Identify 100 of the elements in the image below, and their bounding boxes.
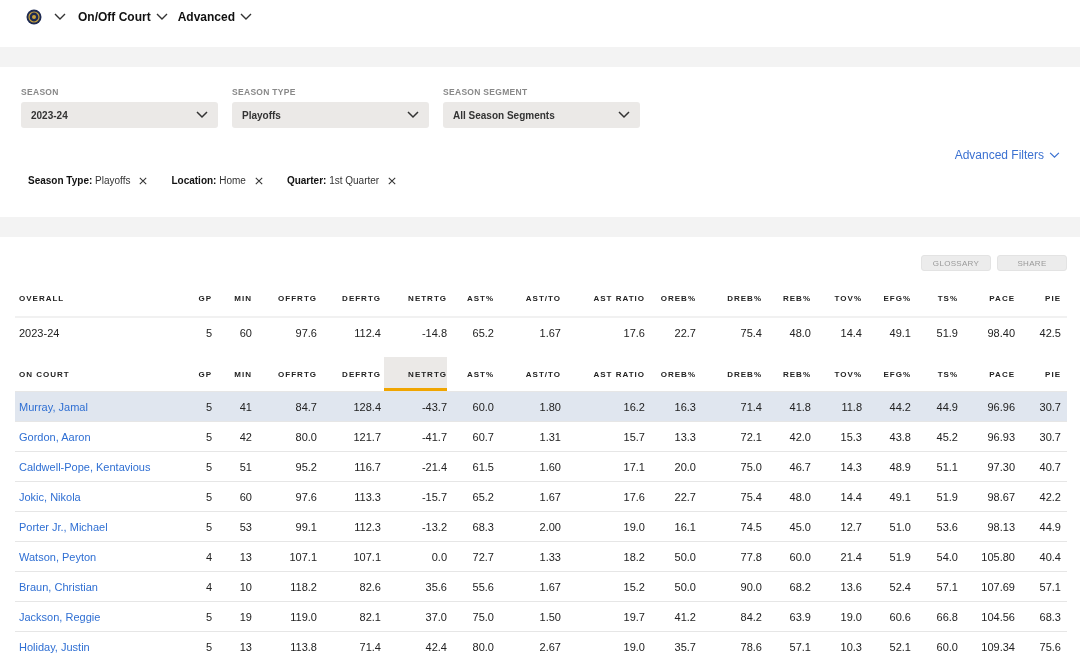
column-header[interactable]: GP [190, 280, 212, 316]
table-cell-text: 98.13 [986, 520, 1015, 533]
column-header[interactable]: OREB% [645, 280, 696, 316]
table-cell-text: 5 [204, 520, 212, 533]
chevron-down-icon[interactable] [54, 12, 66, 21]
table-cell-text: 40.7 [1038, 460, 1061, 473]
column-header[interactable]: REB% [762, 280, 811, 316]
table-cell-text: 17.1 [622, 460, 645, 473]
table-cell-text: 75.0 [471, 610, 494, 623]
table-cell-text: 107.1 [288, 550, 317, 563]
table-cell-text: 15.3 [839, 430, 862, 443]
column-header[interactable]: PACE [958, 357, 1015, 391]
player-link[interactable]: Murray, Jamal [15, 400, 190, 413]
column-header[interactable]: AST RATIO [561, 357, 645, 391]
column-header[interactable]: REB% [762, 357, 811, 391]
column-header[interactable]: DREB% [696, 357, 762, 391]
player-link[interactable]: Porter Jr., Michael [15, 520, 190, 533]
filter-chip-text: Location: Home [171, 175, 246, 186]
column-header[interactable]: OFFRTG [252, 280, 317, 316]
column-header[interactable]: DEFRTG [317, 357, 381, 391]
table-cell-text: 2023-24 [18, 326, 61, 339]
chevron-down-icon [407, 111, 419, 119]
table-cell-text: 1.50 [538, 610, 561, 623]
column-header[interactable]: DEFRTG [317, 280, 381, 316]
table-cell-text: 4 [204, 550, 212, 563]
table-row[interactable]: Jokic, Nikola 5 60 97.6 113.3 -15.7 65.2 1.67 17.6 22.7 75.4 48.0 14.4 49.1 51.9 98.67 42.2 [15, 481, 1067, 511]
table-cell-text: 65.2 [471, 326, 494, 339]
column-header[interactable]: OVERALL [15, 280, 190, 316]
table-cell-text: 112.4 [353, 326, 381, 339]
chevron-down-icon [240, 12, 252, 21]
player-link[interactable]: Gordon, Aaron [15, 430, 190, 443]
column-header[interactable]: TS% [911, 357, 958, 391]
table-cell-text: 68.3 [1038, 610, 1061, 623]
column-header[interactable]: AST/TO [494, 357, 561, 391]
table-cell-text: 84.2 [739, 610, 762, 623]
column-header[interactable]: OFFRTG [252, 357, 317, 391]
table-cell-text: 97.30 [986, 460, 1015, 473]
advanced-filters-link[interactable]: Advanced Filters [954, 148, 1060, 162]
table-cell-text: 44.9 [1038, 520, 1061, 533]
player-link[interactable]: Watson, Peyton [15, 550, 190, 563]
column-header[interactable]: PIE [1015, 280, 1061, 316]
nav-menu[interactable]: On/Off Court [78, 9, 168, 24]
table-cell-text: 116.7 [353, 460, 381, 473]
table-row[interactable]: Holiday, Justin 5 13 113.8 71.4 42.4 80.0 2.67 19.0 35.7 78.6 57.1 10.3 52.1 60.0 109.34 75.6 [15, 631, 1067, 660]
table-cell-text: 5 [204, 400, 212, 413]
close-icon[interactable] [139, 176, 148, 185]
column-header[interactable]: MIN [212, 357, 252, 391]
table-cell-text: 5 [204, 326, 212, 339]
dropdown-select[interactable]: 2023-24 [21, 102, 218, 128]
column-header[interactable]: GP [190, 357, 212, 391]
table-row[interactable]: Gordon, Aaron 5 42 80.0 121.7 -41.7 60.7 1.31 15.7 13.3 72.1 42.0 15.3 43.8 45.2 96.93 30.7 [15, 421, 1067, 451]
table-row[interactable]: Caldwell-Pope, Kentavious 5 51 95.2 116.7 -21.4 61.5 1.60 17.1 20.0 75.0 46.7 14.3 48.9 51.1 97.30 40.7 [15, 451, 1067, 481]
column-header[interactable]: AST% [447, 280, 494, 316]
column-header[interactable]: AST RATIO [561, 280, 645, 316]
column-header[interactable]: ON COURT [15, 357, 190, 391]
table-cell-text: 14.3 [839, 460, 862, 473]
table-cell-text: 1.67 [538, 326, 561, 339]
table-cell-text: 22.7 [673, 326, 696, 339]
player-link[interactable]: Jokic, Nikola [15, 490, 190, 503]
table-cell-text: 21.4 [839, 550, 862, 563]
column-header[interactable]: OREB% [645, 357, 696, 391]
player-link[interactable]: Braun, Christian [15, 580, 190, 593]
player-link[interactable]: Holiday, Justin [15, 640, 190, 653]
table-cell-text: 60 [238, 326, 252, 339]
column-header[interactable]: NETRTG [384, 357, 447, 391]
column-header[interactable]: AST/TO [494, 280, 561, 316]
close-icon[interactable] [388, 176, 397, 185]
player-link[interactable]: Jackson, Reggie [15, 610, 190, 623]
team-logo-icon[interactable] [26, 8, 42, 25]
filter-chip-text: Season Type: Playoffs [28, 175, 131, 186]
table-row[interactable]: Watson, Peyton 4 13 107.1 107.1 0.0 72.7 1.33 18.2 50.0 77.8 60.0 21.4 51.9 54.0 105.80 40.4 [15, 541, 1067, 571]
dropdown-select[interactable]: All Season Segments [443, 102, 640, 128]
column-header[interactable]: EFG% [862, 357, 911, 391]
table-row[interactable]: Braun, Christian 4 10 118.2 82.6 35.6 55.6 1.67 15.2 50.0 90.0 68.2 13.6 52.4 57.1 107.69 57.1 [15, 571, 1067, 601]
table-row[interactable]: Porter Jr., Michael 5 53 99.1 112.3 -13.2 68.3 2.00 19.0 16.1 74.5 45.0 12.7 51.0 53.6 98.13 44.9 [15, 511, 1067, 541]
close-icon[interactable] [254, 176, 263, 185]
nav-menu[interactable]: Advanced [177, 9, 252, 24]
table-cell-text: 44.2 [888, 400, 911, 413]
table-row[interactable]: Murray, Jamal 5 41 84.7 128.4 -43.7 60.0 1.80 16.2 16.3 71.4 41.8 11.8 44.2 44.9 96.96 30.7 [15, 391, 1067, 421]
column-header[interactable]: TOV% [811, 357, 862, 391]
table-cell-text: 104.56 [980, 610, 1015, 623]
table-cell-text: 10.3 [839, 640, 862, 653]
table-cell-text: 13 [238, 550, 252, 563]
player-link[interactable]: Caldwell-Pope, Kentavious [15, 460, 190, 473]
column-header[interactable]: AST% [447, 357, 494, 391]
table-row[interactable]: Jackson, Reggie 5 19 119.0 82.1 37.0 75.0 1.50 19.7 41.2 84.2 63.9 19.0 60.6 66.8 104.56 68.3 [15, 601, 1067, 631]
column-header[interactable]: NETRTG [381, 280, 447, 316]
column-header[interactable]: MIN [212, 280, 252, 316]
table-cell-text: 30.7 [1038, 430, 1061, 443]
dropdown-select[interactable]: Playoffs [232, 102, 429, 128]
column-header[interactable]: EFG% [862, 280, 911, 316]
chevron-down-icon [618, 111, 630, 119]
table-cell-text: 52.1 [888, 640, 911, 653]
column-header[interactable]: TOV% [811, 280, 862, 316]
table-cell-text: 51.0 [888, 520, 911, 533]
column-header[interactable]: PACE [958, 280, 1015, 316]
table-cell-text: 5 [204, 490, 212, 503]
column-header[interactable]: PIE [1015, 357, 1061, 391]
column-header[interactable]: TS% [911, 280, 958, 316]
column-header[interactable]: DREB% [696, 280, 762, 316]
